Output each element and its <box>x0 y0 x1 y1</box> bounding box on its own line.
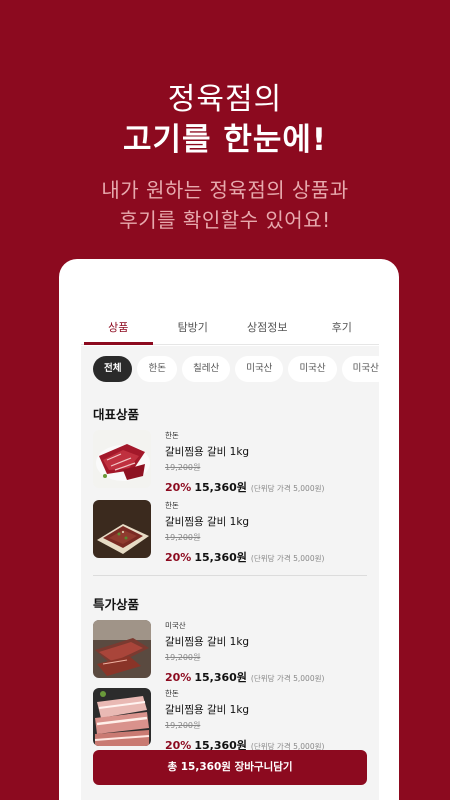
product-original-price: 19,200원 <box>165 533 201 542</box>
product-price-row: 20% 15,360원 (단위당 가격 5,000원) <box>165 476 375 494</box>
chip-usa[interactable]: 미국산 <box>341 356 379 382</box>
product-name: 갈비찜용 갈비 1kg <box>165 516 250 528</box>
hero-subtitle-line2: 후기를 확인할수 있어요! <box>119 208 331 232</box>
section-title-featured: 대표상품 <box>93 407 140 422</box>
product-name: 갈비찜용 갈비 1kg <box>165 704 250 716</box>
hero-subtitle-line1: 내가 원하는 정육점의 상품과 <box>101 178 349 202</box>
section-title-special: 특가상품 <box>93 597 140 612</box>
product-price-row: 20% 15,360원 (단위당 가격 5,000원) <box>165 546 375 564</box>
product-name: 갈비찜용 갈비 1kg <box>165 446 250 458</box>
product-list-area[interactable]: 전체 한돈 칠레산 미국산 미국산 미국산 대표상품 한돈 갈비찜용 갈비 1kg 19,… <box>81 346 379 800</box>
tab-visit-review[interactable]: 탐방기 <box>156 309 231 344</box>
product-origin: 한돈 <box>165 689 179 698</box>
product-unit-price: (단위당 가격 5,000원) <box>250 554 325 563</box>
chip-usa[interactable]: 미국산 <box>288 356 337 382</box>
chip-handon[interactable]: 한돈 <box>137 356 177 382</box>
product-unit-price: (단위당 가격 5,000원) <box>250 674 325 683</box>
product-item[interactable]: 한돈 갈비찜용 갈비 1kg 19,200원 20% 15,360원 (단위당 가격… <box>93 688 375 752</box>
product-name: 갈비찜용 갈비 1kg <box>165 636 250 648</box>
chip-all[interactable]: 전체 <box>93 356 133 382</box>
product-item[interactable]: 한돈 갈비찜용 갈비 1kg 19,200원 20% 15,360원 (단위당 가격… <box>93 500 375 564</box>
product-original-price: 19,200원 <box>165 463 201 472</box>
section-divider <box>93 575 367 576</box>
product-info: 미국산 갈비찜용 갈비 1kg 19,200원 20% 15,360원 (단위당 가… <box>165 620 375 684</box>
add-to-cart-button[interactable]: 총 15,360원 장바구니담기 <box>93 750 367 785</box>
product-origin: 한돈 <box>165 431 179 440</box>
chip-usa[interactable]: 미국산 <box>235 356 284 382</box>
phone-screen: 상품 탐방기 상점정보 후기 전체 한돈 칠레산 미국산 미국산 미국산 대표상품 <box>59 259 399 800</box>
product-info: 한돈 갈비찜용 갈비 1kg 19,200원 20% 15,360원 (단위당 가격… <box>165 430 375 494</box>
product-unit-price: (단위당 가격 5,000원) <box>250 484 325 493</box>
hero-title-line1: 정육점의 <box>167 82 283 117</box>
product-price-row: 20% 15,360원 (단위당 가격 5,000원) <box>165 734 375 752</box>
product-origin: 한돈 <box>165 501 179 510</box>
chip-chile[interactable]: 칠레산 <box>181 356 231 382</box>
product-price: 15,360원 <box>194 481 247 494</box>
product-discount: 20% <box>165 671 192 684</box>
tab-reviews[interactable]: 후기 <box>305 309 380 344</box>
product-discount: 20% <box>165 481 192 494</box>
tab-store-info[interactable]: 상점정보 <box>230 309 305 344</box>
product-item[interactable]: 미국산 갈비찜용 갈비 1kg 19,200원 20% 15,360원 (단위당 가… <box>93 620 375 684</box>
product-original-price: 19,200원 <box>165 653 201 662</box>
product-price: 15,360원 <box>194 551 247 564</box>
product-original-price: 19,200원 <box>165 721 201 730</box>
product-image <box>93 620 151 678</box>
product-price-row: 20% 15,360원 (단위당 가격 5,000원) <box>165 666 375 684</box>
product-info: 한돈 갈비찜용 갈비 1kg 19,200원 20% 15,360원 (단위당 가격… <box>165 500 375 564</box>
product-image <box>93 500 151 558</box>
product-item[interactable]: 한돈 갈비찜용 갈비 1kg 19,200원 20% 15,360원 (단위당 가격… <box>93 430 375 494</box>
tab-products[interactable]: 상품 <box>81 309 156 345</box>
hero-title-line2: 고기를 한눈에! <box>122 122 328 158</box>
category-chip-row: 전체 한돈 칠레산 미국산 미국산 미국산 <box>93 356 379 384</box>
tab-bar: 상품 탐방기 상점정보 후기 <box>81 309 379 345</box>
product-origin: 미국산 <box>165 621 186 630</box>
product-price: 15,360원 <box>194 671 247 684</box>
product-discount: 20% <box>165 551 192 564</box>
product-image <box>93 688 151 746</box>
product-image <box>93 430 151 488</box>
product-info: 한돈 갈비찜용 갈비 1kg 19,200원 20% 15,360원 (단위당 가격… <box>165 688 375 752</box>
